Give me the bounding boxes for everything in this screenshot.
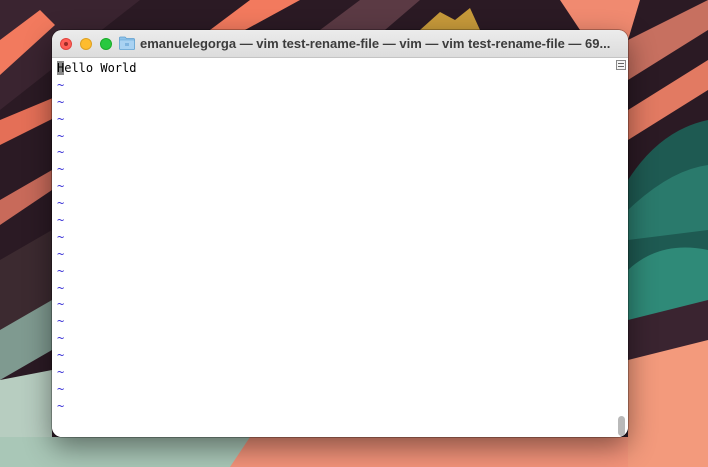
empty-line-marker: ~ (57, 314, 65, 329)
empty-line-marker: ~ (57, 111, 65, 126)
empty-line-marker: ~ (57, 213, 65, 228)
empty-line-marker: ~ (57, 162, 65, 177)
empty-line-marker: ~ (57, 196, 65, 211)
empty-line-marker: ~ (57, 246, 65, 261)
empty-line-marker: ~ (57, 77, 65, 92)
empty-line-marker: ~ (57, 263, 65, 278)
empty-line-marker: ~ (57, 381, 65, 396)
empty-line-marker: ~ (57, 280, 65, 295)
empty-line-marker: ~ (57, 331, 65, 346)
scrollbar-thumb[interactable] (618, 416, 625, 436)
vim-editor[interactable]: Hello World ~ ~ ~ ~ ~ ~ ~ ~ ~ ~ ~ ~ ~ ~ … (52, 58, 628, 437)
title-bar[interactable]: emanuelegorga — vim test-rename-file — v… (52, 30, 628, 58)
minimize-button[interactable] (80, 38, 92, 50)
empty-line-marker: ~ (57, 348, 65, 363)
line-text: ello World (64, 61, 137, 75)
empty-line-marker: ~ (57, 179, 65, 194)
terminal-window: emanuelegorga — vim test-rename-file — v… (52, 30, 628, 437)
split-view-icon[interactable] (616, 60, 626, 70)
empty-line-marker: ~ (57, 128, 65, 143)
window-title: emanuelegorga — vim test-rename-file — v… (140, 36, 611, 51)
vim-buffer[interactable]: Hello World ~ ~ ~ ~ ~ ~ ~ ~ ~ ~ ~ ~ ~ ~ … (57, 60, 613, 415)
empty-line-marker: ~ (57, 229, 65, 244)
empty-line-marker: ~ (57, 297, 65, 312)
buffer-line: Hello World (57, 60, 613, 77)
folder-icon (119, 36, 135, 50)
empty-line-marker: ~ (57, 365, 65, 380)
close-button[interactable] (60, 38, 72, 50)
maximize-button[interactable] (100, 38, 112, 50)
empty-line-marker: ~ (57, 398, 65, 413)
empty-line-marker: ~ (57, 94, 65, 109)
empty-line-marker: ~ (57, 145, 65, 160)
